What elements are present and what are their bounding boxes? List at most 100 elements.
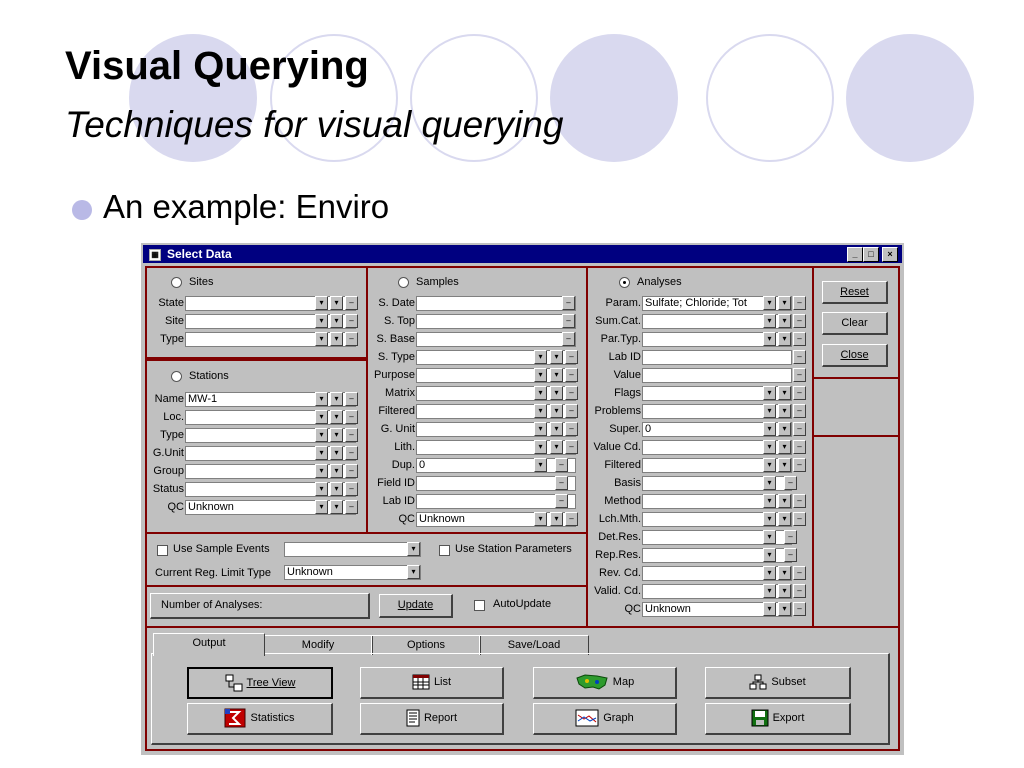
samples-radio[interactable] <box>398 277 409 288</box>
close-button[interactable]: Close <box>822 344 888 367</box>
stations-row-clear-icon[interactable]: – <box>345 428 358 442</box>
analyses-row-dropdown-icon[interactable]: ▾ <box>778 512 791 526</box>
analyses-row-dropdown-icon[interactable]: ▾ <box>763 494 776 508</box>
analyses-row-dropdown-icon[interactable]: ▾ <box>778 458 791 472</box>
tab-modify[interactable]: Modify <box>263 635 373 655</box>
analyses-row-dropdown-icon[interactable]: ▾ <box>763 476 776 490</box>
samples-row-dropdown-icon[interactable]: ▾ <box>550 350 563 364</box>
samples-row-dropdown-icon[interactable]: ▾ <box>534 512 547 526</box>
sites-row-clear-icon[interactable]: – <box>345 332 358 346</box>
sample-events-select[interactable] <box>284 542 421 557</box>
analyses-row-dropdown-icon[interactable]: ▾ <box>778 386 791 400</box>
sites-row-dropdown-icon[interactable]: ▾ <box>330 296 343 310</box>
analyses-row-dropdown-icon[interactable]: ▾ <box>778 494 791 508</box>
samples-row-clear-icon[interactable]: – <box>555 476 568 490</box>
analyses-row-clear-icon[interactable]: – <box>793 350 806 364</box>
list-button[interactable]: List <box>360 667 504 699</box>
analyses-row-field[interactable] <box>642 350 792 365</box>
samples-row-clear-icon[interactable]: – <box>565 440 578 454</box>
analyses-row-dropdown-icon[interactable]: ▾ <box>778 314 791 328</box>
analyses-row-dropdown-icon[interactable]: ▾ <box>778 422 791 436</box>
tab-options[interactable]: Options <box>371 635 481 655</box>
analyses-row-dropdown-icon[interactable]: ▾ <box>778 566 791 580</box>
analyses-row-clear-icon[interactable]: – <box>793 494 806 508</box>
analyses-row-dropdown-icon[interactable]: ▾ <box>763 296 776 310</box>
samples-row-dropdown-icon[interactable]: ▾ <box>534 404 547 418</box>
stations-row-dropdown-icon[interactable]: ▾ <box>315 392 328 406</box>
stations-row-clear-icon[interactable]: – <box>345 392 358 406</box>
close-window-button[interactable]: × <box>882 247 898 262</box>
sites-row-clear-icon[interactable]: – <box>345 314 358 328</box>
subset-button[interactable]: Subset <box>705 667 851 699</box>
analyses-row-dropdown-icon[interactable]: ▾ <box>763 548 776 562</box>
stations-row-dropdown-icon[interactable]: ▾ <box>330 464 343 478</box>
analyses-row-clear-icon[interactable]: – <box>793 332 806 346</box>
analyses-row-clear-icon[interactable]: – <box>793 602 806 616</box>
samples-row-clear-icon[interactable]: – <box>565 422 578 436</box>
samples-row-clear-icon[interactable]: – <box>555 494 568 508</box>
samples-row-dropdown-icon[interactable]: ▾ <box>534 368 547 382</box>
samples-row-field[interactable] <box>416 494 576 509</box>
update-button[interactable]: Update <box>379 594 453 618</box>
samples-row-field[interactable] <box>416 296 576 311</box>
samples-row-clear-icon[interactable]: – <box>562 296 575 310</box>
samples-row-clear-icon[interactable]: – <box>565 512 578 526</box>
stations-row-clear-icon[interactable]: – <box>345 464 358 478</box>
sample-events-dropdown-icon[interactable]: ▾ <box>407 542 420 556</box>
stations-row-dropdown-icon[interactable]: ▾ <box>330 392 343 406</box>
samples-row-dropdown-icon[interactable]: ▾ <box>534 422 547 436</box>
analyses-row-dropdown-icon[interactable]: ▾ <box>763 566 776 580</box>
analyses-row-dropdown-icon[interactable]: ▾ <box>763 314 776 328</box>
analyses-row-clear-icon[interactable]: – <box>793 296 806 310</box>
analyses-radio[interactable] <box>619 277 630 288</box>
analyses-row-clear-icon[interactable]: – <box>793 314 806 328</box>
stations-row-dropdown-icon[interactable]: ▾ <box>315 410 328 424</box>
stations-row-dropdown-icon[interactable]: ▾ <box>330 500 343 514</box>
analyses-row-dropdown-icon[interactable]: ▾ <box>763 458 776 472</box>
analyses-row-dropdown-icon[interactable]: ▾ <box>763 386 776 400</box>
stations-row-dropdown-icon[interactable]: ▾ <box>315 464 328 478</box>
analyses-row-dropdown-icon[interactable]: ▾ <box>763 602 776 616</box>
sites-row-dropdown-icon[interactable]: ▾ <box>315 314 328 328</box>
samples-row-clear-icon[interactable]: – <box>562 314 575 328</box>
samples-row-clear-icon[interactable]: – <box>565 350 578 364</box>
samples-row-clear-icon[interactable]: – <box>562 332 575 346</box>
stations-row-clear-icon[interactable]: – <box>345 500 358 514</box>
samples-row-dropdown-icon[interactable]: ▾ <box>550 386 563 400</box>
samples-row-field[interactable] <box>416 332 576 347</box>
sites-row-dropdown-icon[interactable]: ▾ <box>330 332 343 346</box>
analyses-row-clear-icon[interactable]: – <box>793 368 806 382</box>
stations-row-clear-icon[interactable]: – <box>345 482 358 496</box>
sites-row-clear-icon[interactable]: – <box>345 296 358 310</box>
samples-row-dropdown-icon[interactable]: ▾ <box>550 404 563 418</box>
stations-row-dropdown-icon[interactable]: ▾ <box>315 500 328 514</box>
tab-save-load[interactable]: Save/Load <box>479 635 589 655</box>
analyses-row-clear-icon[interactable]: – <box>793 440 806 454</box>
window-titlebar[interactable]: ▦ Select Data _ □ × <box>143 245 902 263</box>
samples-row-clear-icon[interactable]: – <box>555 458 568 472</box>
analyses-row-clear-icon[interactable]: – <box>793 566 806 580</box>
reset-button[interactable]: Reset <box>822 281 888 304</box>
minimize-button[interactable]: _ <box>847 247 863 262</box>
analyses-row-dropdown-icon[interactable]: ▾ <box>763 584 776 598</box>
tab-output[interactable]: Output <box>153 633 265 656</box>
analyses-row-dropdown-icon[interactable]: ▾ <box>778 404 791 418</box>
stations-row-dropdown-icon[interactable]: ▾ <box>315 446 328 460</box>
use-sample-events-checkbox[interactable] <box>157 545 168 556</box>
sites-row-dropdown-icon[interactable]: ▾ <box>315 296 328 310</box>
autoupdate-checkbox[interactable] <box>474 600 485 611</box>
sites-row-dropdown-icon[interactable]: ▾ <box>330 314 343 328</box>
samples-row-dropdown-icon[interactable]: ▾ <box>534 458 547 472</box>
sites-radio[interactable] <box>171 277 182 288</box>
map-button[interactable]: Map <box>533 667 677 699</box>
reg-limit-select[interactable]: Unknown <box>284 565 421 580</box>
stations-row-dropdown-icon[interactable]: ▾ <box>330 410 343 424</box>
analyses-row-dropdown-icon[interactable]: ▾ <box>778 440 791 454</box>
samples-row-field[interactable]: 0 <box>416 458 576 473</box>
stations-row-dropdown-icon[interactable]: ▾ <box>315 428 328 442</box>
stations-row-dropdown-icon[interactable]: ▾ <box>330 446 343 460</box>
samples-row-dropdown-icon[interactable]: ▾ <box>534 440 547 454</box>
samples-row-dropdown-icon[interactable]: ▾ <box>550 368 563 382</box>
clear-button[interactable]: Clear <box>822 312 888 335</box>
samples-row-dropdown-icon[interactable]: ▾ <box>550 512 563 526</box>
